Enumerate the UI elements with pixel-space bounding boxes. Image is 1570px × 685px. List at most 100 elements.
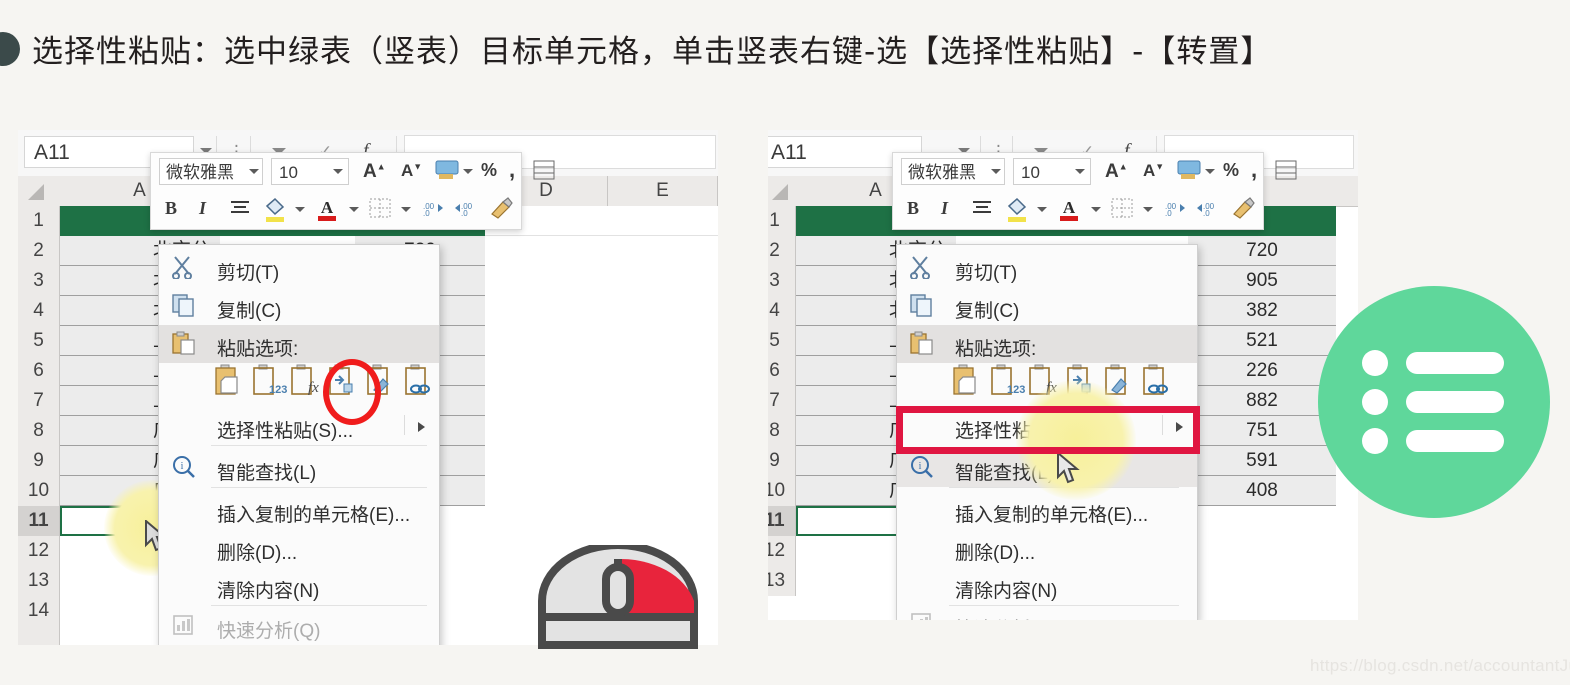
row-header-11[interactable]: 11 <box>18 506 60 536</box>
row-header-2[interactable]: 2 <box>768 236 796 266</box>
chevron-down-icon[interactable] <box>463 169 473 174</box>
select-all-icon[interactable] <box>28 184 44 200</box>
menu-item-copy[interactable]: 复制(C) <box>159 287 439 325</box>
number-format-icon[interactable] <box>435 160 459 183</box>
mini-format-toolbar-left[interactable]: 微软雅黑 10 A▲ A▼ % , B I A .00 .0 .00 .0 <box>150 152 555 230</box>
paste-values-icon[interactable]: 123 <box>249 363 287 405</box>
cell-c9[interactable]: 591 <box>1188 446 1336 476</box>
borders-icon[interactable] <box>1111 198 1133 221</box>
italic-button[interactable]: I <box>941 199 948 217</box>
menu-item-cut[interactable]: 剪切(T) <box>897 249 1197 287</box>
number-format-icon[interactable] <box>1177 160 1201 183</box>
increase-font-size-icon[interactable]: A▲ <box>363 162 386 181</box>
percent-style-icon[interactable]: % <box>481 161 497 179</box>
row-header-10[interactable]: 10 <box>18 476 60 506</box>
row-header-12[interactable]: 12 <box>768 536 796 566</box>
accounting-format-icon[interactable] <box>533 160 555 183</box>
chevron-down-icon[interactable] <box>1205 169 1215 174</box>
row-header-7[interactable]: 7 <box>18 386 60 416</box>
chevron-down-icon[interactable] <box>333 169 343 174</box>
row-header-12[interactable]: 12 <box>18 536 60 566</box>
decrease-font-size-icon[interactable]: A▼ <box>401 162 422 179</box>
percent-style-icon[interactable]: % <box>1223 161 1239 179</box>
accounting-format-icon[interactable] <box>1275 160 1297 183</box>
paste-all-icon[interactable] <box>211 363 249 405</box>
fill-color-icon[interactable] <box>1005 196 1029 225</box>
cell-c10[interactable]: 408 <box>1188 476 1336 506</box>
borders-icon[interactable] <box>369 198 391 221</box>
row-header-9[interactable]: 9 <box>768 446 796 476</box>
menu-item-copy[interactable]: 复制(C) <box>897 287 1197 325</box>
cell-c5[interactable]: 521 <box>1188 326 1336 356</box>
cell-c6[interactable]: 226 <box>1188 356 1336 386</box>
menu-item-cut[interactable]: 剪切(T) <box>159 249 439 287</box>
chevron-down-icon[interactable] <box>1075 169 1085 174</box>
chevron-down-icon[interactable] <box>349 207 359 212</box>
mini-format-toolbar-right[interactable]: 微软雅黑 10 A▲ A▼ % , B I A .00 .0 .00 .0 <box>892 152 1297 230</box>
cell-c8[interactable]: 751 <box>1188 416 1336 446</box>
row-header-9[interactable]: 9 <box>18 446 60 476</box>
center-align-icon[interactable] <box>229 199 251 220</box>
font-name-select[interactable]: 微软雅黑 <box>901 158 1005 185</box>
row-header-1[interactable]: 1 <box>18 206 60 236</box>
decrease-decimal-icon[interactable]: .00.0 <box>1197 198 1221 221</box>
font-color-icon[interactable]: A <box>315 195 339 225</box>
row-header-3[interactable]: 3 <box>768 266 796 296</box>
fill-color-icon[interactable] <box>263 196 287 225</box>
chevron-down-icon[interactable] <box>249 169 259 174</box>
cell-c3[interactable]: 905 <box>1188 266 1336 296</box>
row-header-4[interactable]: 4 <box>18 296 60 326</box>
bold-button[interactable]: B <box>165 199 177 217</box>
paste-link-icon[interactable] <box>1139 363 1177 405</box>
chevron-down-icon[interactable] <box>1091 207 1101 212</box>
row-header-5[interactable]: 5 <box>18 326 60 356</box>
cell-c7[interactable]: 882 <box>1188 386 1336 416</box>
font-name-select[interactable]: 微软雅黑 <box>159 158 263 185</box>
row-header-14[interactable]: 14 <box>18 596 60 626</box>
menu-item-delete[interactable]: 删除(D)... <box>897 529 1197 567</box>
row-header-10[interactable]: 10 <box>768 476 796 506</box>
decrease-font-size-icon[interactable]: A▼ <box>1143 162 1164 179</box>
context-menu-left[interactable]: 剪切(T) 复制(C) 粘贴选项: 123 fx 选择性粘贴(S)... i 智… <box>158 244 440 645</box>
row-header-7[interactable]: 7 <box>768 386 796 416</box>
select-all-icon[interactable] <box>772 184 788 200</box>
row-header-15[interactable] <box>18 626 60 645</box>
menu-item-delete[interactable]: 删除(D)... <box>159 529 439 567</box>
italic-button[interactable]: I <box>199 199 206 217</box>
increase-decimal-icon[interactable]: .00.0 <box>1163 198 1187 221</box>
increase-decimal-icon[interactable]: .00.0 <box>421 198 445 221</box>
row-header-2[interactable]: 2 <box>18 236 60 266</box>
paste-all-icon[interactable] <box>949 363 987 405</box>
bold-button[interactable]: B <box>907 199 919 217</box>
row-header-3[interactable]: 3 <box>18 266 60 296</box>
row-header-6[interactable]: 6 <box>768 356 796 386</box>
chevron-down-icon[interactable] <box>295 207 305 212</box>
chevron-down-icon[interactable] <box>1143 207 1153 212</box>
menu-item-insert-copied-cells[interactable]: 插入复制的单元格(E)... <box>897 491 1197 529</box>
chevron-down-icon[interactable] <box>401 207 411 212</box>
paste-formulas-icon[interactable]: fx <box>287 363 325 405</box>
row-header-8[interactable]: 8 <box>18 416 60 446</box>
paste-values-icon[interactable]: 123 <box>987 363 1025 405</box>
menu-item-clear-contents[interactable]: 清除内容(N) <box>897 567 1197 605</box>
row-header-5[interactable]: 5 <box>768 326 796 356</box>
submenu-arrow-icon[interactable] <box>418 422 425 432</box>
cell-c2[interactable]: 720 <box>1188 236 1336 266</box>
column-header-e[interactable]: E <box>608 176 718 206</box>
comma-style-icon[interactable]: , <box>1251 159 1257 181</box>
row-header-4[interactable]: 4 <box>768 296 796 326</box>
menu-item-paste-special[interactable]: 选择性粘贴(S)... <box>159 407 439 445</box>
menu-item-smart-lookup[interactable]: i 智能查找(L) <box>159 449 439 487</box>
row-header-13[interactable]: 13 <box>18 566 60 596</box>
menu-item-clear-contents[interactable]: 清除内容(N) <box>159 567 439 605</box>
paste-link-icon[interactable] <box>401 363 439 405</box>
cell-c4[interactable]: 382 <box>1188 296 1336 326</box>
row-header-11[interactable]: 11 <box>768 506 796 536</box>
font-color-icon[interactable]: A <box>1057 195 1081 225</box>
row-header-13[interactable]: 13 <box>768 566 796 596</box>
row-header-8[interactable]: 8 <box>768 416 796 446</box>
center-align-icon[interactable] <box>971 199 993 220</box>
comma-style-icon[interactable]: , <box>509 159 515 181</box>
menu-item-insert-copied-cells[interactable]: 插入复制的单元格(E)... <box>159 491 439 529</box>
format-painter-icon[interactable] <box>489 196 515 223</box>
